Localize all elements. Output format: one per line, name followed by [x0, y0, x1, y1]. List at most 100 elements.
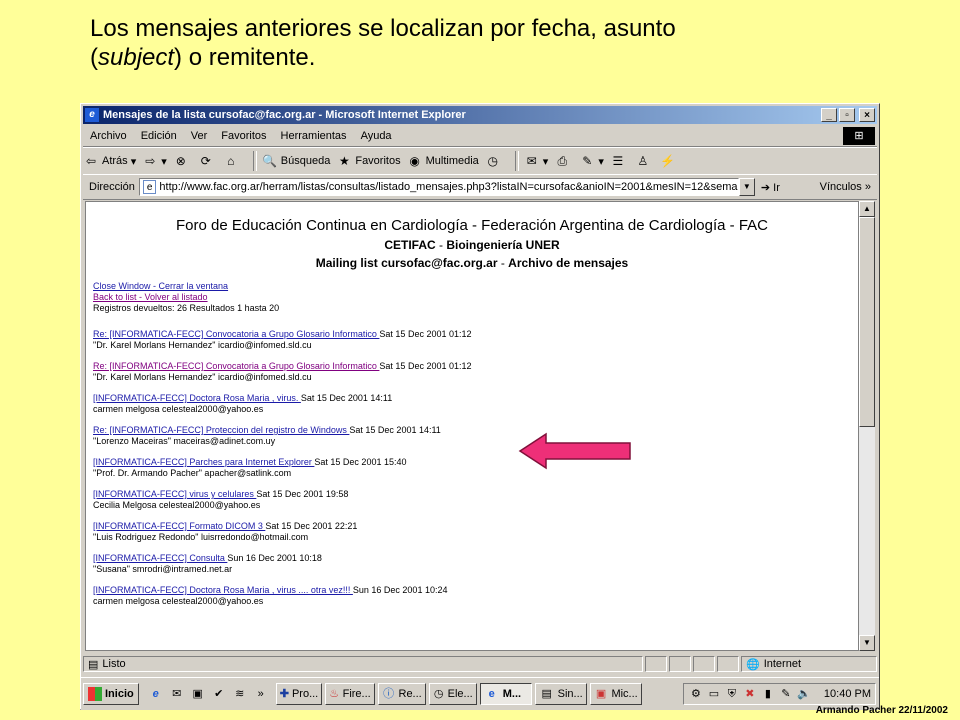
vertical-scrollbar[interactable]: ▲ ▼ [859, 201, 875, 651]
discuss-button[interactable]: ☰ [610, 153, 629, 169]
page-icon: e [142, 180, 157, 194]
multimedia-label: Multimedia [425, 155, 479, 167]
task-button-active[interactable]: e M... [479, 683, 532, 705]
message-subject-link[interactable]: [INFORMATICA-FECC] Doctora Rosa Maria , … [93, 585, 353, 595]
messenger-button[interactable]: ♙ [635, 153, 654, 169]
message-date: Sat 15 Dec 2001 01:12 [379, 361, 472, 371]
menu-edicion[interactable]: Edición [134, 130, 184, 142]
links-label: Vínculos [819, 181, 862, 193]
task-button[interactable]: ▣ Mic... [589, 683, 642, 705]
task-button[interactable]: ◷ Ele... [428, 683, 477, 705]
message-subject-link[interactable]: [INFORMATICA-FECC] Formato DICOM 3 [93, 521, 265, 531]
status-text-cell: ▤ Listo [83, 656, 643, 672]
task-label: M... [502, 688, 522, 700]
history-icon: ◷ [487, 154, 499, 168]
message-item: [INFORMATICA-FECC] virus y celulares Sat… [93, 489, 472, 511]
close-button[interactable]: × [859, 108, 875, 122]
slide-title: Los mensajes anteriores se localizan por… [90, 14, 910, 72]
slide-title-line1: Los mensajes anteriores se localizan por… [90, 15, 676, 42]
menu-favoritos[interactable]: Favoritos [214, 130, 273, 142]
address-input[interactable]: e http://www.fac.org.ar/herram/listas/co… [138, 178, 739, 196]
refresh-icon: ⟳ [200, 154, 211, 168]
stop-button[interactable]: ⊗ [173, 153, 192, 169]
window-titlebar[interactable]: e Mensajes de la lista cursofac@fac.org.… [83, 106, 877, 124]
page-heading: Foro de Educación Continua en Cardiologí… [175, 217, 769, 234]
multimedia-button[interactable]: ◉ Multimedia [407, 153, 479, 169]
scroll-up-arrow[interactable]: ▲ [859, 201, 875, 217]
start-button[interactable]: Inicio [83, 683, 139, 705]
task-button[interactable]: ✚ Pro... [275, 683, 322, 705]
records-count: Registros devueltos: 26 Resultados 1 has… [93, 303, 280, 313]
outlook-icon[interactable]: ✉ [168, 685, 186, 703]
taskbar: Inicio e ✉ ▣ ✔ ≋ » ✚ Pro... ♨ Fire... ⓘ Re.… [81, 677, 879, 710]
message-subject-link[interactable]: Re: [INFORMATICA-FECC] Convocatoria a Gr… [93, 329, 379, 339]
message-subject-line: [INFORMATICA-FECC] Consulta Sun 16 Dec 2… [93, 553, 472, 564]
network-icon[interactable]: ⚙ [688, 686, 704, 702]
message-subject-link[interactable]: [INFORMATICA-FECC] Doctora Rosa Maria , … [93, 393, 301, 403]
windows-flag-icon [88, 687, 102, 701]
message-subject-link[interactable]: Re: [INFORMATICA-FECC] Convocatoria a Gr… [93, 361, 379, 371]
back-button[interactable]: ⇦ Atrás ▾ [83, 153, 136, 169]
pointer-arrow [518, 432, 631, 470]
research-button[interactable]: ⚡ [660, 153, 679, 169]
clock-icon: ◷ [433, 688, 444, 700]
history-button[interactable]: ◷ [485, 153, 504, 169]
refresh-button[interactable]: ⟳ [198, 153, 217, 169]
print-button[interactable]: ⎙ [554, 153, 573, 169]
globe-icon: 🌐 [746, 658, 760, 671]
message-date: Sat 15 Dec 2001 22:21 [265, 521, 358, 531]
menu-ayuda[interactable]: Ayuda [354, 130, 399, 142]
volume-icon[interactable]: 🔈 [796, 686, 812, 702]
task-button[interactable]: ▤ Sin... [534, 683, 587, 705]
message-subject-link[interactable]: Re: [INFORMATICA-FECC] Proteccion del re… [93, 425, 349, 435]
menu-archivo[interactable]: Archivo [83, 130, 134, 142]
favorites-button[interactable]: ★ Favoritos [336, 153, 401, 169]
mail-button[interactable]: ✉ ▾ [524, 153, 549, 169]
task-button[interactable]: ♨ Fire... [324, 683, 375, 705]
forward-button[interactable]: ⇨ ▾ [142, 153, 167, 169]
toolbar-separator [514, 151, 519, 171]
edit-button[interactable]: ✎ ▾ [579, 153, 604, 169]
back-to-list-link[interactable]: Back to list - Volver al listado [93, 292, 472, 303]
menu-bar: Archivo Edición Ver Favoritos Herramient… [83, 126, 877, 147]
zone-text: Internet [763, 658, 802, 670]
minimize-button[interactable]: _ [821, 108, 837, 122]
message-subject-link[interactable]: [INFORMATICA-FECC] virus y celulares [93, 489, 256, 499]
message-date: Sat 15 Dec 2001 14:11 [300, 393, 393, 403]
address-dropdown-button[interactable]: ▼ [738, 178, 755, 196]
search-button[interactable]: 🔍 Búsqueda [262, 153, 330, 169]
start-label: Inicio [105, 688, 134, 700]
ie-quicklaunch-icon[interactable]: e [147, 685, 165, 703]
status-bar: ▤ Listo 🌐 Internet [83, 655, 877, 673]
message-sender: "Susana" smrodri@intramed.net.ar [93, 564, 233, 574]
forward-arrow-icon: ⇨ [145, 154, 156, 168]
maximize-button[interactable]: ▫ [839, 108, 855, 122]
scroll-down-arrow[interactable]: ▼ [859, 635, 875, 651]
quicklaunch-chevron[interactable]: » [252, 685, 270, 703]
menu-ver[interactable]: Ver [184, 130, 215, 142]
cetifac-label: CETIFAC [384, 238, 436, 252]
status-cell [693, 656, 715, 672]
antivirus-icon[interactable]: ✖ [742, 686, 758, 702]
task-label: Mic... [611, 688, 638, 700]
scroll-thumb[interactable] [859, 217, 875, 427]
tool-icon[interactable]: ✎ [778, 686, 794, 702]
multimedia-icon: ◉ [409, 154, 420, 168]
close-window-link[interactable]: Close Window - Cerrar la ventana [93, 281, 472, 292]
menu-herramientas[interactable]: Herramientas [274, 130, 354, 142]
desktop-icon[interactable]: ▣ [189, 685, 207, 703]
page-content: Foro de Educación Continua en Cardiologí… [85, 201, 859, 651]
shield-icon[interactable]: ⛨ [724, 686, 740, 702]
task-button[interactable]: ⓘ Re... [377, 683, 426, 705]
media-icon[interactable]: ≋ [231, 685, 249, 703]
message-sender: "Luis Rodriguez Redondo" luisrredondo@ho… [93, 532, 309, 542]
monitor-icon[interactable]: ▭ [706, 686, 722, 702]
message-subject-link[interactable]: [INFORMATICA-FECC] Consulta [93, 553, 227, 563]
links-button[interactable]: Vínculos » [820, 181, 877, 193]
message-subject-link[interactable]: [INFORMATICA-FECC] Parches para Internet… [93, 457, 314, 467]
chart-icon[interactable]: ▮ [760, 686, 776, 702]
app-icon[interactable]: ✔ [210, 685, 228, 703]
go-button[interactable]: ➔ Ir [761, 181, 783, 194]
slide-title-italic: subject [98, 44, 175, 71]
home-button[interactable]: ⌂ [223, 153, 242, 169]
